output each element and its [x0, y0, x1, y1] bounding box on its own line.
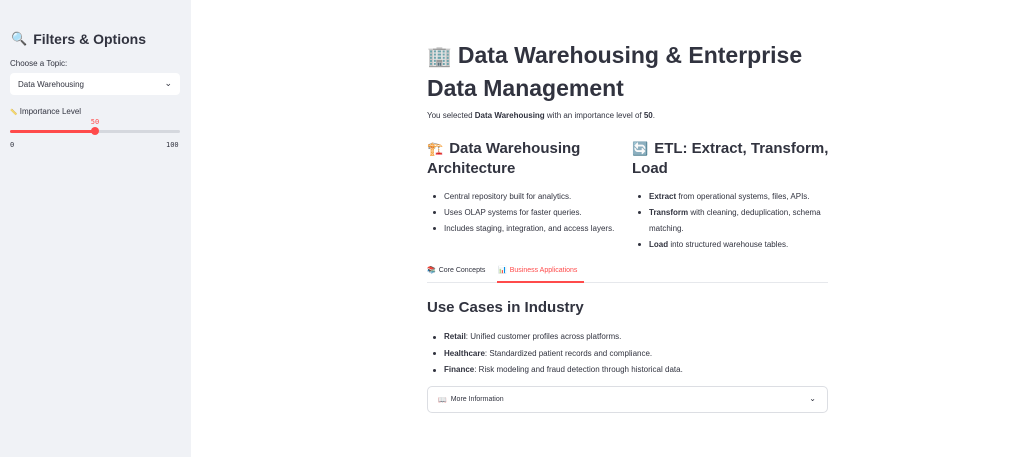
intro-middle: with an importance level of	[544, 111, 644, 120]
office-building-icon: 🏢	[427, 46, 452, 68]
construction-icon: 🏗️	[427, 141, 444, 156]
topic-label: Choose a Topic:	[10, 59, 68, 68]
sidebar: 🔍 Filters & Options Choose a Topic: Data…	[0, 0, 191, 457]
slider-value: 50	[90, 118, 100, 126]
list-item-bold: Retail	[444, 332, 466, 341]
list-item: Central repository built for analytics.	[427, 189, 627, 205]
importance-label-text: Importance Level	[19, 107, 82, 116]
active-tab-indicator	[497, 281, 584, 283]
etl-heading-text: ETL: Extract, Transform, Load	[632, 140, 829, 177]
tab-core-concepts[interactable]: 📚 Core Concepts	[427, 266, 486, 275]
list-item: Healthcare: Standardized patient records…	[427, 346, 683, 363]
page-title: 🏢 Data Warehousing & Enterprise Data Mana…	[427, 40, 837, 104]
importance-slider[interactable]	[10, 127, 180, 135]
page-title-text: Data Warehousing & Enterprise Data Manag…	[427, 42, 803, 101]
list-item-bold: Healthcare	[444, 348, 485, 358]
expander-label: More Information	[450, 396, 504, 403]
magnifier-icon: 🔍	[11, 31, 28, 46]
sidebar-title-text: Filters & Options	[33, 31, 146, 47]
chevron-down-icon: ⌄	[164, 78, 172, 88]
tab-business-applications[interactable]: 📊 Business Applications	[498, 266, 578, 275]
list-item-bold: Load	[649, 240, 669, 249]
topic-select[interactable]: Data Warehousing ⌄	[10, 73, 180, 95]
list-item: Finance: Risk modeling and fraud detecti…	[427, 362, 683, 379]
list-item-text: : Risk modeling and fraud detection thro…	[474, 365, 683, 374]
use-cases-heading: Use Cases in Industry	[427, 299, 584, 316]
intro-topic: Data Warehousing	[474, 111, 545, 120]
intro-text: You selected Data Warehousing with an im…	[427, 111, 655, 120]
importance-label: 📏 Importance Level	[10, 107, 81, 116]
intro-level: 50	[643, 111, 653, 120]
list-item: Uses OLAP systems for faster queries.	[427, 205, 627, 221]
architecture-list: Central repository built for analytics. …	[427, 189, 627, 237]
slider-max: 100	[166, 141, 179, 149]
ruler-icon: 📏	[10, 110, 18, 116]
open-book-icon: 📖	[438, 396, 447, 404]
list-item-text: into structured warehouse tables.	[668, 240, 789, 249]
etl-column: 🔄 ETL: Extract, Transform, Load Extract f…	[632, 139, 832, 253]
architecture-heading-text: Data Warehousing Architecture	[427, 140, 581, 177]
list-item-bold: Extract	[649, 192, 677, 201]
main-content: 🏢 Data Warehousing & Enterprise Data Mana…	[191, 0, 1015, 457]
more-information-expander[interactable]: 📖 More Information ⌄	[427, 386, 828, 413]
use-cases-list: Retail: Unified customer profiles across…	[427, 329, 683, 379]
refresh-icon: 🔄	[632, 141, 649, 156]
sidebar-title: 🔍 Filters & Options	[11, 31, 146, 47]
architecture-heading: 🏗️ Data Warehousing Architecture	[427, 139, 627, 179]
tab-bar: 📚 Core Concepts 📊 Business Applications	[427, 262, 828, 283]
slider-min: 0	[10, 141, 15, 149]
tab-label: Core Concepts	[438, 266, 486, 274]
list-item: Includes staging, integration, and acces…	[427, 221, 627, 237]
list-item: Extract from operational systems, files,…	[632, 189, 832, 205]
list-item-text: : Unified customer profiles across platf…	[465, 332, 622, 341]
bar-chart-icon: 📊	[498, 267, 507, 274]
architecture-column: 🏗️ Data Warehousing Architecture Central …	[427, 139, 627, 237]
list-item-bold: Transform	[649, 208, 689, 217]
chevron-down-icon: ⌄	[809, 394, 816, 403]
list-item: Load into structured warehouse tables.	[632, 237, 832, 253]
intro-prefix: You selected	[427, 111, 475, 120]
list-item-text: from operational systems, files, APIs.	[676, 192, 810, 201]
list-item-text: : Standardized patient records and compl…	[484, 348, 653, 358]
slider-handle[interactable]	[91, 127, 99, 135]
slider-fill	[10, 130, 95, 133]
books-icon: 📚	[427, 267, 436, 274]
list-item-bold: Finance	[444, 365, 475, 374]
etl-list: Extract from operational systems, files,…	[632, 189, 832, 253]
list-item: Retail: Unified customer profiles across…	[427, 329, 683, 346]
etl-heading: 🔄 ETL: Extract, Transform, Load	[632, 139, 832, 179]
tab-label: Business Applications	[509, 266, 578, 274]
intro-suffix: .	[652, 111, 655, 120]
list-item: Transform with cleaning, deduplication, …	[632, 205, 832, 237]
topic-select-value: Data Warehousing	[18, 79, 84, 89]
